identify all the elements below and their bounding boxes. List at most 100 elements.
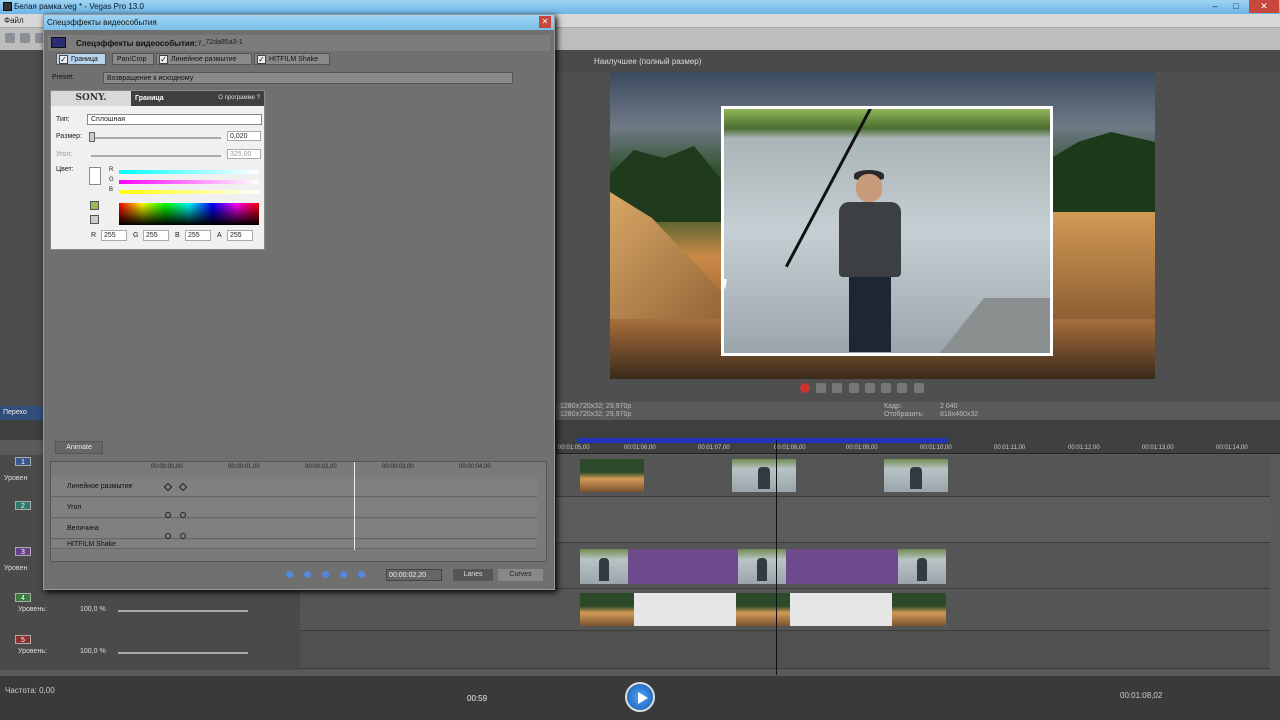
fx-header-name: Спецэффекты видеособытия: bbox=[76, 39, 198, 48]
track-header-4[interactable]: 4 Уровень: 100,0 % bbox=[0, 593, 300, 633]
keyframe-marker[interactable] bbox=[178, 482, 188, 492]
track-row-4[interactable] bbox=[300, 589, 1270, 631]
kf-row-angle[interactable]: Угол bbox=[51, 498, 537, 518]
a-value[interactable]: 255 bbox=[227, 230, 253, 241]
b-value[interactable]: 255 bbox=[185, 230, 211, 241]
loop-icon[interactable] bbox=[816, 383, 827, 393]
display-label: Отобразить: bbox=[884, 411, 925, 418]
type-select[interactable]: Сплошная bbox=[87, 114, 262, 125]
kf-row-hitfilm-shake[interactable]: HITFILM Shake bbox=[51, 540, 537, 549]
size-slider-knob[interactable] bbox=[89, 132, 95, 142]
keyframe-time-field[interactable]: 00:00:02,20 bbox=[386, 569, 442, 581]
next-icon[interactable] bbox=[913, 383, 924, 393]
open-icon[interactable] bbox=[20, 33, 30, 43]
video-clip[interactable] bbox=[892, 593, 946, 626]
prev-keyframe-icon[interactable] bbox=[304, 571, 311, 578]
stop-icon[interactable] bbox=[881, 383, 892, 393]
video-clip[interactable] bbox=[884, 459, 948, 492]
kf-cursor[interactable] bbox=[354, 462, 355, 550]
add-keyframe-icon[interactable] bbox=[322, 571, 329, 578]
blue-channel-bar[interactable] bbox=[119, 190, 259, 194]
keyframe-marker[interactable] bbox=[180, 512, 186, 518]
preset-select[interactable]: Возвращение к исходному bbox=[103, 72, 513, 84]
play-button[interactable] bbox=[625, 682, 655, 712]
video-clip[interactable] bbox=[898, 549, 946, 584]
video-clip[interactable] bbox=[732, 459, 796, 492]
channel-b-label: B bbox=[109, 187, 114, 193]
first-keyframe-icon[interactable] bbox=[286, 571, 293, 578]
color-spectrum[interactable] bbox=[119, 203, 259, 225]
record-icon[interactable] bbox=[800, 383, 810, 393]
frame-value: 2 040 bbox=[940, 403, 958, 410]
close-button[interactable]: ✕ bbox=[1249, 0, 1279, 13]
new-project-icon[interactable] bbox=[5, 33, 15, 43]
track-level-slider[interactable] bbox=[118, 652, 248, 654]
checkbox-icon[interactable]: ✓ bbox=[159, 55, 168, 64]
keyframe-marker[interactable] bbox=[165, 533, 171, 539]
play-icon[interactable] bbox=[848, 383, 859, 393]
fx-chip-hitfilm-shake[interactable]: ✓ HITFILM Shake bbox=[254, 53, 330, 65]
prev-icon[interactable] bbox=[897, 383, 908, 393]
ruler-label: 00:01:09,00 bbox=[846, 445, 878, 451]
white-clip[interactable] bbox=[790, 593, 892, 626]
animate-button[interactable]: Animate bbox=[55, 441, 103, 454]
green-channel-bar[interactable] bbox=[119, 180, 259, 184]
next-keyframe-icon[interactable] bbox=[340, 571, 347, 578]
curves-button[interactable]: Curves bbox=[498, 569, 543, 581]
track-header-5[interactable]: 5 Уровень: 100,0 % bbox=[0, 635, 300, 669]
kf-ruler-label: 00:00:00,00 bbox=[151, 464, 183, 470]
about-label: О программе bbox=[218, 95, 255, 101]
menu-file[interactable]: Файл bbox=[4, 16, 24, 25]
kf-row-label: Угол bbox=[67, 504, 82, 511]
kf-row-linear-blur[interactable]: Линейное размытие bbox=[51, 477, 537, 497]
play-from-start-icon[interactable] bbox=[832, 383, 843, 393]
red-channel-bar[interactable] bbox=[119, 170, 259, 174]
track-level-label: Уровень: bbox=[18, 606, 47, 613]
vegas-app-icon bbox=[3, 2, 12, 11]
track-row-5[interactable] bbox=[300, 631, 1270, 669]
r-value[interactable]: 255 bbox=[101, 230, 127, 241]
size-value[interactable]: 0,020 bbox=[227, 131, 261, 141]
minimize-button[interactable]: – bbox=[1205, 0, 1225, 13]
fx-chip-pancrop[interactable]: Pan/Crop bbox=[112, 53, 154, 65]
playhead[interactable] bbox=[776, 440, 777, 675]
kf-ruler-label: 00:00:01,00 bbox=[228, 464, 260, 470]
a-label: A bbox=[217, 232, 222, 239]
kf-row-amount[interactable]: Величина bbox=[51, 519, 537, 539]
preview-quality-select[interactable]: Наилучшее (полный размер) bbox=[594, 57, 701, 66]
video-clip[interactable] bbox=[736, 593, 790, 626]
purple-clip[interactable] bbox=[628, 549, 738, 584]
video-clip[interactable] bbox=[580, 549, 628, 584]
keyframe-marker[interactable] bbox=[165, 512, 171, 518]
fx-name: Граница bbox=[135, 95, 164, 102]
white-clip[interactable] bbox=[634, 593, 736, 626]
keyframe-marker[interactable] bbox=[180, 533, 186, 539]
fx-chip-linear-blur[interactable]: ✓ Линейное размытие bbox=[156, 53, 252, 65]
lanes-button[interactable]: Lanes bbox=[453, 569, 493, 581]
fx-chip-border[interactable]: ✓ Граница bbox=[56, 53, 106, 65]
last-keyframe-icon[interactable] bbox=[358, 571, 365, 578]
video-clip[interactable] bbox=[580, 459, 644, 492]
pause-icon[interactable] bbox=[864, 383, 875, 393]
g-value[interactable]: 255 bbox=[143, 230, 169, 241]
loop-region-bar[interactable] bbox=[578, 438, 948, 443]
size-slider[interactable] bbox=[91, 137, 221, 139]
checkbox-icon[interactable]: ✓ bbox=[257, 55, 266, 64]
track-level-slider[interactable] bbox=[118, 610, 248, 612]
checkbox-icon[interactable]: ✓ bbox=[59, 55, 68, 64]
dialog-titlebar[interactable]: Спецэффекты видеособытия ✕ bbox=[44, 15, 554, 30]
maximize-button[interactable]: □ bbox=[1226, 0, 1246, 13]
keyframe-marker[interactable] bbox=[163, 482, 173, 492]
transitions-tab[interactable]: Перехо bbox=[0, 406, 44, 420]
about-link[interactable]: О программе ? bbox=[218, 95, 260, 101]
video-clip[interactable] bbox=[738, 549, 786, 584]
purple-clip[interactable] bbox=[786, 549, 898, 584]
color-swatch[interactable] bbox=[89, 167, 101, 185]
fx-chip-label: HITFILM Shake bbox=[269, 56, 319, 63]
palette-icon[interactable] bbox=[90, 201, 99, 210]
angle-label: Угол: bbox=[56, 151, 73, 158]
video-clip[interactable] bbox=[580, 593, 634, 626]
dialog-close-button[interactable]: ✕ bbox=[539, 16, 551, 28]
eyedropper-icon[interactable] bbox=[90, 215, 99, 224]
main-titlebar: Белая рамка.veg * - Vegas Pro 13.0 – □ ✕ bbox=[0, 0, 1280, 14]
